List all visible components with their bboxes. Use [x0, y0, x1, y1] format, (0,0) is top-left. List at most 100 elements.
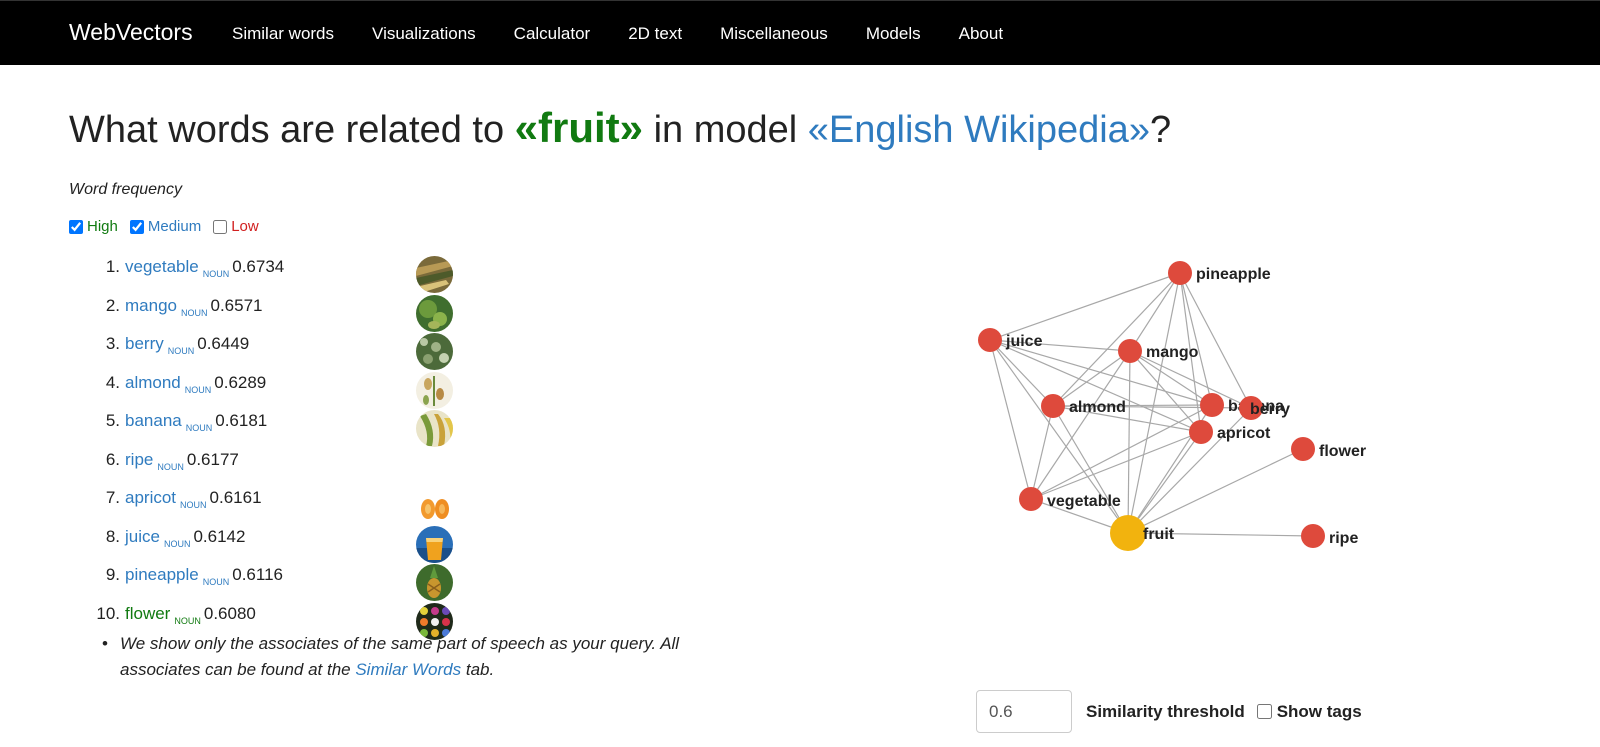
similar-words-link[interactable]: Similar Words [355, 660, 461, 679]
node-almond[interactable] [1041, 394, 1065, 418]
node-label-ripe: ripe [1329, 530, 1358, 547]
show-tags-toggle[interactable]: Show tags [1256, 701, 1362, 722]
nav-2d-text[interactable]: 2D text [628, 1, 682, 66]
result-score: 0.6080 [203, 603, 256, 623]
result-word[interactable]: juice [125, 527, 160, 546]
high-label: High [87, 218, 118, 235]
high-checkbox[interactable] [69, 219, 83, 234]
result-rank: 7. [105, 488, 120, 507]
similarity-threshold-input[interactable] [976, 690, 1072, 733]
result-word[interactable]: mango [125, 296, 177, 315]
node-vegetable[interactable] [1019, 487, 1043, 511]
medium-checkbox[interactable] [129, 219, 144, 234]
result-rank: 5. [105, 411, 120, 430]
node-pineapple[interactable] [1168, 261, 1192, 285]
list-item: 5. banana NOUN 0.6181 [92, 410, 472, 450]
result-pos: NOUN [202, 269, 230, 279]
low-label: Low [231, 218, 259, 235]
filter-low[interactable]: Low [213, 218, 259, 235]
graph-edge [1127, 431, 1202, 534]
list-item: 9. pineapple NOUN 0.6116 [92, 564, 472, 604]
result-rank: 1. [105, 257, 120, 276]
result-pos: NOUN [185, 423, 213, 433]
similarity-threshold-label: Similarity threshold [1086, 701, 1245, 721]
graph-edge [1030, 431, 1202, 500]
result-word[interactable]: flower [125, 604, 170, 623]
apricot-image[interactable] [416, 487, 453, 524]
nav-models[interactable]: Models [866, 1, 921, 66]
banana-image[interactable] [416, 410, 453, 447]
title-prefix: What words are related to [69, 109, 515, 151]
word-frequency-label: Word frequency [69, 181, 182, 198]
result-score: 0.6181 [215, 411, 268, 430]
nav-visualizations[interactable]: Visualizations [372, 1, 476, 66]
graph-edge [1179, 272, 1252, 409]
title-middle: in model [643, 109, 808, 151]
list-item: 4. almond NOUN 0.6289 [92, 371, 472, 412]
nav-calculator[interactable]: Calculator [514, 1, 591, 66]
list-item: 1. vegetable NOUN 0.6734 [92, 256, 472, 296]
graph-edge [1127, 350, 1131, 534]
note-text-after: tab. [461, 660, 495, 679]
result-word[interactable]: banana [125, 411, 182, 430]
graph-edge [989, 339, 1032, 500]
list-item: 7. apricot NOUN 0.6161 [92, 487, 472, 527]
graph-edge [1179, 272, 1213, 406]
vegetable-image[interactable] [416, 256, 453, 293]
result-word[interactable]: pineapple [125, 565, 199, 584]
medium-label: Medium [147, 218, 202, 235]
result-score: 0.6734 [232, 257, 285, 276]
graph-svg: pineapple juice mango almond banana berr… [978, 261, 1366, 551]
graph-controls: Similarity threshold Show tags [976, 690, 1362, 733]
similarity-graph: pineapple juice mango almond banana berr… [960, 240, 1420, 580]
result-score: 0.6289 [214, 372, 267, 392]
brand-link[interactable]: WebVectors [69, 19, 193, 46]
node-apricot[interactable] [1189, 420, 1213, 444]
result-score: 0.6142 [193, 526, 246, 546]
filter-medium[interactable]: Medium [129, 218, 202, 235]
nav-links: Similar words Visualizations Calculator … [232, 1, 1041, 66]
note-bullet: • [102, 634, 108, 653]
list-item: 2. mango NOUN 0.6571 [92, 294, 472, 335]
filter-high[interactable]: High [69, 218, 118, 235]
result-word[interactable]: almond [125, 373, 181, 392]
show-tags-checkbox[interactable] [1256, 704, 1272, 719]
associates-note: • We show only the associates of the sam… [102, 631, 722, 683]
result-rank: 4. [105, 372, 120, 392]
node-label-pineapple: pineapple [1196, 266, 1271, 283]
query-word: «fruit» [514, 104, 644, 151]
result-rank: 10. [96, 603, 120, 623]
result-word[interactable]: apricot [125, 488, 176, 507]
node-label-apricot: apricot [1217, 425, 1271, 442]
juice-image[interactable] [416, 525, 453, 563]
mango-image[interactable] [416, 294, 453, 332]
result-rank: 9. [105, 565, 120, 584]
pineapple-image[interactable] [416, 564, 453, 601]
nav-similar-words[interactable]: Similar words [232, 1, 334, 66]
result-rank: 2. [105, 295, 120, 315]
node-fruit[interactable] [1110, 515, 1146, 551]
node-flower[interactable] [1291, 437, 1315, 461]
result-word[interactable]: berry [125, 334, 164, 353]
result-pos: NOUN [180, 500, 207, 510]
nav-about[interactable]: About [959, 1, 1003, 66]
node-label-fruit: fruit [1143, 526, 1175, 543]
result-word[interactable]: ripe [125, 450, 153, 469]
berry-image[interactable] [416, 333, 453, 370]
almond-image[interactable] [416, 371, 453, 409]
node-label-almond: almond [1069, 399, 1126, 416]
node-label-mango: mango [1146, 344, 1199, 361]
node-juice[interactable] [978, 328, 1002, 352]
result-rank: 3. [105, 334, 120, 353]
show-tags-label: Show tags [1276, 701, 1362, 721]
nav-miscellaneous[interactable]: Miscellaneous [720, 1, 828, 66]
result-word[interactable]: vegetable [125, 257, 199, 276]
node-banana[interactable] [1200, 393, 1224, 417]
low-checkbox[interactable] [213, 219, 228, 234]
result-score: 0.6116 [232, 565, 283, 584]
node-label-vegetable: vegetable [1047, 493, 1121, 510]
node-mango[interactable] [1118, 339, 1142, 363]
node-ripe[interactable] [1301, 524, 1325, 548]
result-score: 0.6161 [209, 488, 262, 507]
list-item: 6. ripe NOUN 0.6177 [92, 450, 472, 489]
